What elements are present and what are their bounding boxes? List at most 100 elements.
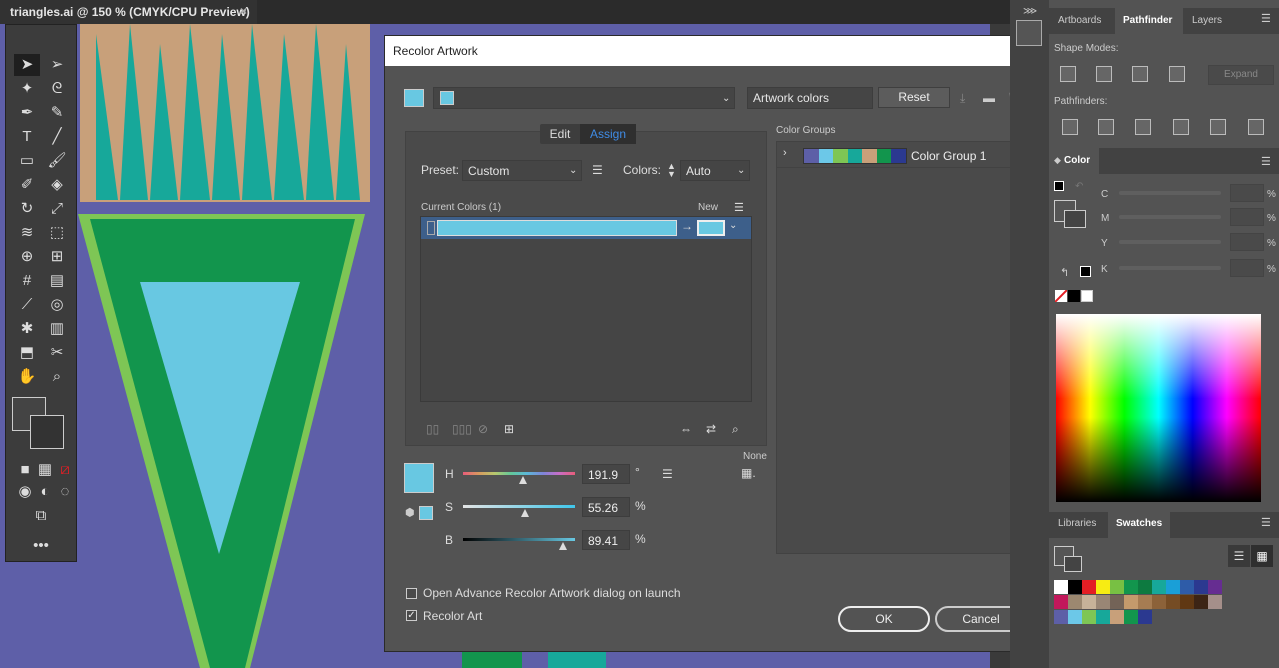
harmony-rules-dropdown[interactable]: ⌄ xyxy=(433,87,735,109)
swatch-chip[interactable] xyxy=(1068,610,1082,624)
swatch-chip[interactable] xyxy=(1096,595,1110,609)
lasso-icon[interactable]: ᘓ xyxy=(44,78,70,100)
tab-libraries[interactable]: Libraries xyxy=(1058,518,1096,529)
screen-mode-icon[interactable]: ⧉ xyxy=(28,505,54,527)
swatch-chip[interactable] xyxy=(1208,595,1222,609)
s-value[interactable]: 55.26 xyxy=(582,497,630,517)
chevron-down-icon[interactable]: ⌄ xyxy=(729,220,737,231)
preset-dropdown[interactable]: Custom ⌄ xyxy=(462,160,582,181)
minus-front-icon[interactable] xyxy=(1096,66,1112,82)
group-swatch[interactable] xyxy=(818,149,834,163)
y-value[interactable] xyxy=(1230,233,1264,251)
draw-inside-icon[interactable]: ◌ xyxy=(52,481,78,503)
swatch-chip[interactable] xyxy=(1096,580,1110,594)
randomly-change-saturation-icon[interactable]: ⇄ xyxy=(706,422,716,436)
direct-selection-tool-icon[interactable]: ➢ xyxy=(44,54,70,76)
m-slider[interactable] xyxy=(1119,215,1221,219)
shaper-tool-icon[interactable]: ✐ xyxy=(14,174,40,196)
swatch-chip[interactable] xyxy=(1054,595,1068,609)
s-slider[interactable] xyxy=(463,505,575,508)
color-spectrum[interactable] xyxy=(1056,314,1261,502)
swap-icon[interactable]: ↶ xyxy=(1075,181,1083,192)
b-slider[interactable] xyxy=(463,538,575,541)
group-swatch[interactable] xyxy=(876,149,892,163)
swatch-chip[interactable] xyxy=(1110,610,1124,624)
exclude-icon[interactable] xyxy=(1169,66,1185,82)
crop-icon[interactable] xyxy=(1173,119,1189,135)
swatch-chip[interactable] xyxy=(1180,595,1194,609)
swatch-chip[interactable] xyxy=(1110,580,1124,594)
panel-icon[interactable] xyxy=(1016,20,1042,46)
unite-icon[interactable] xyxy=(1060,66,1076,82)
zoom-tool-icon[interactable]: ⌕ xyxy=(44,366,70,388)
tab-artboards[interactable]: Artboards xyxy=(1058,15,1101,26)
stroke-swatch[interactable] xyxy=(30,415,64,449)
swatch-chip[interactable] xyxy=(1152,580,1166,594)
randomly-change-order-icon[interactable]: ⇔ xyxy=(680,422,692,436)
out-of-gamut-swatch[interactable] xyxy=(419,506,433,520)
s-slider-thumb[interactable] xyxy=(521,509,529,517)
swatch-chip[interactable] xyxy=(1068,580,1082,594)
divide-icon[interactable] xyxy=(1062,119,1078,135)
k-slider[interactable] xyxy=(1119,266,1221,270)
out-of-gamut-icon[interactable]: ↰ xyxy=(1060,266,1069,279)
perspective-grid-icon[interactable]: ⊞ xyxy=(44,246,70,268)
recolor-art-checkbox[interactable]: ✓ xyxy=(406,610,417,621)
h-value[interactable]: 191.9 xyxy=(582,464,630,484)
tab-color[interactable]: Color xyxy=(1064,155,1090,166)
swatch-chip[interactable] xyxy=(1096,610,1110,624)
panel-menu-icon[interactable]: ☰ xyxy=(1261,12,1271,25)
h-slider-thumb[interactable] xyxy=(519,476,527,484)
grid-view-icon[interactable]: ▦ xyxy=(1251,545,1273,567)
ok-button[interactable]: OK xyxy=(838,606,930,632)
type-tool-icon[interactable]: T xyxy=(14,126,40,148)
minus-back-icon[interactable] xyxy=(1248,119,1264,135)
close-doc-icon[interactable]: × xyxy=(240,4,247,18)
intersect-icon[interactable] xyxy=(1132,66,1148,82)
artboard-tool-icon[interactable]: ⬒ xyxy=(14,342,40,364)
tab-pathfinder[interactable]: Pathfinder xyxy=(1123,15,1172,26)
find-colors-icon[interactable]: ⌕ xyxy=(732,422,739,437)
stroke-box[interactable] xyxy=(1064,210,1086,228)
paintbrush-icon[interactable]: 🖌 xyxy=(44,150,70,172)
k-value[interactable] xyxy=(1230,259,1264,277)
curvature-tool-icon[interactable]: ✎ xyxy=(44,102,70,124)
reset-button[interactable]: Reset xyxy=(878,87,950,108)
gradient-tool-icon[interactable]: ▤ xyxy=(44,270,70,292)
shape-builder-icon[interactable]: ⊕ xyxy=(14,246,40,268)
color-mode-menu-icon[interactable]: ☰ xyxy=(662,467,673,481)
swatch-chip[interactable] xyxy=(1068,595,1082,609)
swatch-chip[interactable] xyxy=(1110,595,1124,609)
swatch-chip[interactable] xyxy=(1138,580,1152,594)
more-tools-icon[interactable]: ••• xyxy=(28,535,54,557)
color-reduction-options-icon[interactable]: ☰ xyxy=(592,163,603,177)
swatch-stroke-box[interactable] xyxy=(1064,556,1082,572)
hand-tool-icon[interactable]: ✋ xyxy=(14,366,40,388)
eyedropper-icon[interactable]: ⟋ xyxy=(14,294,40,316)
m-value[interactable] xyxy=(1230,208,1264,226)
c-value[interactable] xyxy=(1230,184,1264,202)
artwork-colors-field[interactable]: Artwork colors xyxy=(747,87,873,109)
tab-layers[interactable]: Layers xyxy=(1192,15,1222,26)
default-colors-icon[interactable] xyxy=(1054,181,1064,191)
chevron-right-icon[interactable]: › xyxy=(783,147,787,159)
black-swatch[interactable] xyxy=(1068,290,1080,302)
swatches-menu-icon[interactable]: ☰ xyxy=(1261,516,1271,529)
separate-colors-icon[interactable]: ▯▯▯ xyxy=(452,422,472,436)
new-folder-icon[interactable]: ▬ xyxy=(983,91,995,105)
c-slider[interactable] xyxy=(1119,191,1221,195)
swatch-chip[interactable] xyxy=(1166,595,1180,609)
colors-dropdown[interactable]: Auto ⌄ xyxy=(680,160,750,181)
swatch-chip[interactable] xyxy=(1138,610,1152,624)
arrow-right-icon[interactable]: → xyxy=(681,219,693,233)
symbol-sprayer-icon[interactable]: ✱ xyxy=(14,318,40,340)
expand-icon[interactable]: ◆ xyxy=(1054,155,1061,166)
scale-tool-icon[interactable]: ⤢ xyxy=(44,198,70,220)
b-value[interactable]: 89.41 xyxy=(582,530,630,550)
cube-icon[interactable]: ⬢ xyxy=(405,506,415,519)
eraser-icon[interactable]: ◈ xyxy=(44,174,70,196)
swatch-chip[interactable] xyxy=(1082,610,1096,624)
none-chip[interactable] xyxy=(1054,289,1068,303)
swatch-chip[interactable] xyxy=(1180,580,1194,594)
graph-tool-icon[interactable]: ▥ xyxy=(44,318,70,340)
